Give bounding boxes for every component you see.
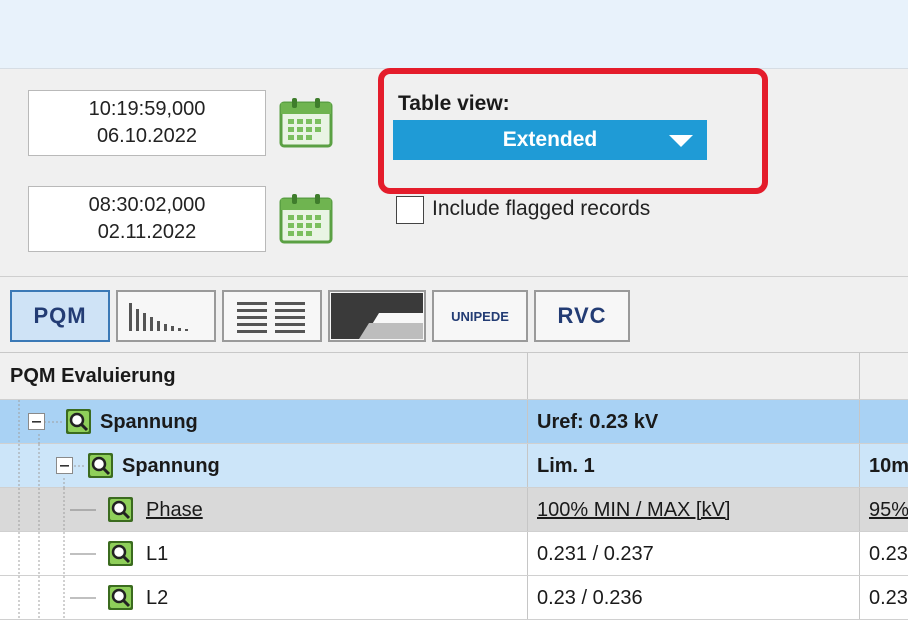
end-time: 08:30:02,000 bbox=[88, 194, 206, 216]
toolbar-pqm-button[interactable]: PQM bbox=[10, 290, 110, 342]
grid-cell-col3: 0.23 bbox=[869, 587, 908, 609]
collapse-minus-icon[interactable] bbox=[28, 413, 46, 431]
start-datetime-field[interactable]: 10:19:59,000 06.10.2022 bbox=[28, 90, 266, 156]
magnifier-icon bbox=[88, 453, 113, 478]
toolbar-list-button[interactable] bbox=[222, 290, 322, 342]
pqm-evaluation-grid: PQM Evaluierung Spannung Uref: 0.23 kV S… bbox=[0, 352, 908, 624]
grid-cell-col2: 100% MIN / MAX [kV] bbox=[537, 499, 731, 521]
start-date: 06.10.2022 bbox=[96, 125, 198, 147]
magnifier-icon bbox=[66, 409, 91, 434]
grid-cell-col2: 0.23 / 0.236 bbox=[537, 587, 643, 609]
grid-cell-col3: 10m bbox=[869, 455, 908, 477]
top-banner bbox=[0, 0, 908, 69]
divider bbox=[0, 276, 908, 277]
toolbar-unipede-label: UNIPEDE bbox=[451, 308, 509, 324]
grid-cell-col3: 0.23 bbox=[869, 543, 908, 565]
tree-node-label: Spannung bbox=[122, 455, 220, 477]
include-flagged-label: Include flagged records bbox=[432, 197, 651, 220]
include-flagged-checkbox[interactable] bbox=[396, 196, 424, 224]
magnifier-icon bbox=[108, 585, 133, 610]
toolbar-histogram-button[interactable] bbox=[116, 290, 216, 342]
grid-header-row: PQM Evaluierung bbox=[0, 353, 908, 400]
table-row[interactable]: L2 0.23 / 0.236 0.23 bbox=[0, 576, 908, 620]
toolbar-rvc-label: RVC bbox=[557, 303, 607, 328]
tree-node-label: Phase bbox=[146, 499, 203, 521]
start-time: 10:19:59,000 bbox=[88, 98, 206, 120]
collapse-minus-icon[interactable] bbox=[56, 457, 74, 475]
magnifier-icon bbox=[108, 541, 133, 566]
table-row[interactable]: Phase 100% MIN / MAX [kV] 95% bbox=[0, 488, 908, 532]
grid-header-col1: PQM Evaluierung bbox=[10, 365, 176, 387]
table-row[interactable]: Spannung Lim. 1 10m bbox=[0, 444, 908, 488]
tree-node-label: L1 bbox=[146, 543, 169, 565]
calendar-icon[interactable] bbox=[278, 95, 334, 149]
calendar-icon[interactable] bbox=[278, 191, 334, 245]
end-datetime-field[interactable]: 08:30:02,000 02.11.2022 bbox=[28, 186, 266, 252]
end-date: 02.11.2022 bbox=[97, 221, 197, 243]
highlight-annotation bbox=[378, 68, 768, 194]
grid-cell-col2: Uref: 0.23 kV bbox=[537, 411, 659, 433]
magnifier-icon bbox=[108, 497, 133, 522]
profile-icon bbox=[331, 293, 423, 339]
table-row[interactable]: L1 0.231 / 0.237 0.23 bbox=[0, 532, 908, 576]
toolbar-unipede-button[interactable]: UNIPEDE bbox=[432, 290, 528, 342]
grid-cell-col2: 0.231 / 0.237 bbox=[537, 543, 654, 565]
tree-node-label: Spannung bbox=[100, 411, 198, 433]
grid-cell-col3: 95% bbox=[869, 499, 908, 521]
histogram-icon bbox=[129, 303, 188, 331]
toolbar-profile-button[interactable] bbox=[328, 290, 426, 342]
list-icon bbox=[237, 302, 305, 333]
tree-node-label: L2 bbox=[146, 587, 169, 609]
table-row[interactable]: Spannung Uref: 0.23 kV bbox=[0, 400, 908, 444]
grid-cell-col2: Lim. 1 bbox=[537, 455, 595, 477]
toolbar-rvc-button[interactable]: RVC bbox=[534, 290, 630, 342]
toolbar-pqm-label: PQM bbox=[33, 303, 87, 328]
